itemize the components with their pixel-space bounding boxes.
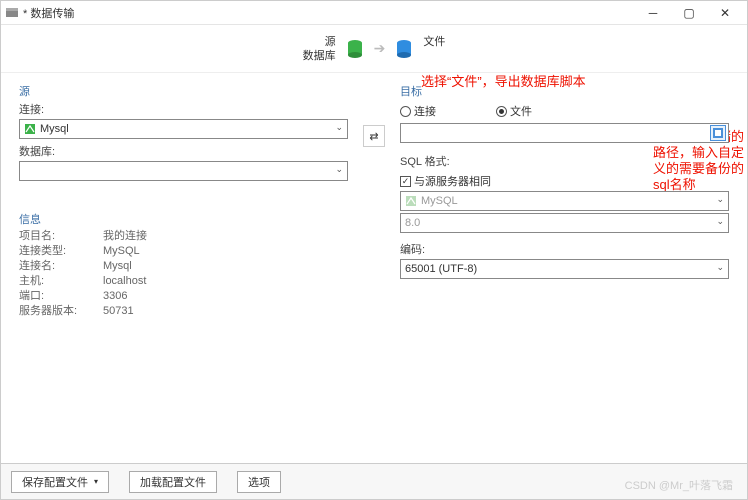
mysql-icon — [405, 195, 417, 207]
source-panel: 源 连接: Mysql ⌄ 数据库: ⌄ 信息 项目名: 我的连接 连接类型: My… — [19, 83, 348, 455]
chevron-down-icon: ⌄ — [716, 216, 724, 227]
info-block: 信息 项目名: 我的连接 连接类型: MySQL 连接名: Mysql 主机: loca… — [19, 211, 348, 319]
footer: 保存配置文件 ▾ 加载配置文件 选项 — [1, 463, 747, 499]
minimize-button[interactable]: ─ — [643, 3, 663, 23]
encoding-select[interactable]: 65001 (UTF-8) ⌄ — [400, 259, 729, 279]
radio-conn-label: 连接 — [414, 103, 436, 119]
flow-header: 源 数据库 ➔ 文件 — [1, 25, 747, 73]
chevron-down-icon: ⌄ — [716, 194, 724, 205]
target-db-icon — [395, 39, 413, 59]
source-db-icon — [346, 39, 364, 59]
chevron-down-icon: ⌄ — [335, 164, 343, 175]
info-project-k: 项目名: — [19, 229, 79, 244]
flow-target-bottom — [423, 49, 426, 63]
radio-connection[interactable]: 连接 — [400, 103, 436, 119]
flow-source-bottom: 数据库 — [303, 49, 336, 63]
flow-source-top: 源 — [325, 35, 336, 49]
folder-save-icon — [713, 128, 723, 138]
dbver-select[interactable]: 8.0 ⌄ — [400, 213, 729, 233]
save-profile-label: 保存配置文件 — [22, 474, 88, 490]
db-label: 数据库: — [19, 143, 348, 159]
info-connname-k: 连接名: — [19, 259, 79, 274]
dbtype-select[interactable]: MySQL ⌄ — [400, 191, 729, 211]
chevron-down-icon: ⌄ — [335, 122, 343, 133]
info-host-v: localhost — [103, 274, 146, 289]
titlebar: * 数据传输 ─ ▢ ✕ — [1, 1, 747, 25]
radio-icon — [400, 106, 411, 117]
load-profile-label: 加载配置文件 — [140, 474, 206, 490]
options-label: 选项 — [248, 474, 270, 490]
info-port-v: 3306 — [103, 289, 127, 304]
dbtype-value: MySQL — [421, 195, 458, 207]
conn-label: 连接: — [19, 101, 348, 117]
conn-select[interactable]: Mysql ⌄ — [19, 119, 348, 139]
mysql-icon — [24, 123, 36, 135]
browse-button[interactable] — [710, 125, 726, 141]
info-connname-v: Mysql — [103, 259, 132, 274]
flow-target-top: 文件 — [423, 35, 445, 49]
same-as-source-check[interactable]: 与源服务器相同 — [400, 173, 729, 189]
close-button[interactable]: ✕ — [715, 3, 735, 23]
window-title: * 数据传输 — [23, 5, 643, 21]
chevron-down-icon: ⌄ — [716, 262, 724, 273]
same-as-source-label: 与源服务器相同 — [414, 173, 491, 189]
arrow-icon: ➔ — [374, 40, 386, 57]
target-section-title: 目标 — [400, 83, 729, 99]
info-title: 信息 — [19, 211, 348, 227]
conn-value: Mysql — [40, 123, 69, 135]
radio-icon — [496, 106, 507, 117]
db-select[interactable]: ⌄ — [19, 161, 348, 181]
swap-button[interactable]: ⇄ — [363, 125, 385, 147]
source-section-title: 源 — [19, 83, 348, 99]
info-conntype-k: 连接类型: — [19, 244, 79, 259]
info-port-k: 端口: — [19, 289, 79, 304]
app-icon — [5, 6, 19, 20]
maximize-button[interactable]: ▢ — [679, 3, 699, 23]
load-profile-button[interactable]: 加载配置文件 — [129, 471, 217, 493]
sqlfmt-label: SQL 格式: — [400, 153, 729, 169]
info-host-k: 主机: — [19, 274, 79, 289]
file-path-input[interactable] — [400, 123, 729, 143]
chevron-down-icon: ▾ — [94, 477, 98, 486]
checkbox-icon — [400, 176, 411, 187]
info-project-v: 我的连接 — [103, 229, 147, 244]
info-srvver-v: 50731 — [103, 304, 134, 319]
info-conntype-v: MySQL — [103, 244, 140, 259]
options-button[interactable]: 选项 — [237, 471, 281, 493]
target-panel: 目标 连接 文件 SQL 格式: 与源服务器相同 — [400, 83, 729, 455]
radio-file[interactable]: 文件 — [496, 103, 532, 119]
encoding-label: 编码: — [400, 241, 729, 257]
save-profile-button[interactable]: 保存配置文件 ▾ — [11, 471, 109, 493]
radio-file-label: 文件 — [510, 103, 532, 119]
encoding-value: 65001 (UTF-8) — [405, 263, 477, 275]
info-srvver-k: 服务器版本: — [19, 304, 79, 319]
dbver-value: 8.0 — [405, 217, 420, 229]
